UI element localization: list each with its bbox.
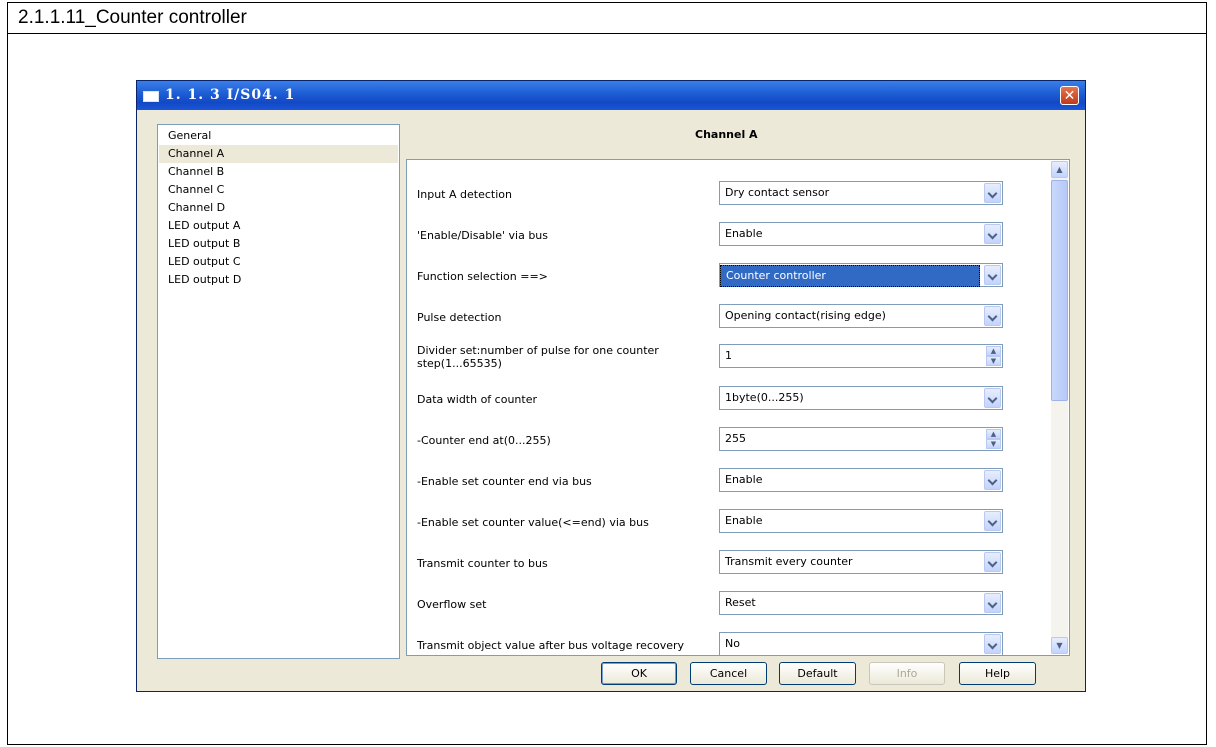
param-label-transmit-after-recovery: Transmit object value after bus voltage … — [417, 639, 685, 652]
chevron-down-icon[interactable] — [984, 183, 1001, 203]
param-label-function-selection: Function selection ==> — [417, 270, 548, 283]
input-detection-dropdown[interactable]: Dry contact sensor — [719, 181, 1003, 205]
nav-item-general[interactable]: General — [159, 127, 398, 145]
param-label-enable-disable: 'Enable/Disable' via bus — [417, 229, 549, 242]
transmit-after-recovery-dropdown[interactable]: No — [719, 632, 1003, 655]
scroll-down-icon[interactable]: ▼ — [1051, 637, 1068, 654]
chevron-down-icon[interactable] — [984, 224, 1001, 244]
chevron-down-icon[interactable] — [984, 593, 1001, 613]
transmit-counter-dropdown[interactable]: Transmit every counter — [719, 550, 1003, 574]
scrollbar-thumb[interactable] — [1051, 180, 1068, 401]
chevron-down-icon[interactable] — [984, 511, 1001, 531]
data-width-dropdown[interactable]: 1byte(0...255) — [719, 386, 1003, 410]
dropdown-value: Dry contact sensor — [725, 186, 830, 199]
spinner-buttons[interactable]: ▲ ▼ — [986, 429, 1001, 449]
dropdown-value: No — [725, 637, 740, 650]
scroll-up-icon[interactable]: ▲ — [1051, 161, 1068, 178]
chevron-down-icon[interactable] — [984, 388, 1001, 408]
ok-button[interactable]: OK — [601, 662, 677, 685]
param-label-enable-set-counter-end: -Enable set counter end via bus — [417, 475, 592, 488]
spin-up-icon[interactable]: ▲ — [986, 429, 1001, 439]
vertical-scrollbar[interactable]: ▲ ▼ — [1051, 161, 1068, 654]
spinner-buttons[interactable]: ▲ ▼ — [986, 346, 1001, 366]
parameter-dialog-window: 1. 1. 3 I/S04. 1 ✕ General Channel A Cha… — [136, 80, 1086, 692]
param-label-transmit-counter: Transmit counter to bus — [417, 557, 548, 570]
nav-item-channel-c[interactable]: Channel C — [159, 181, 398, 199]
dropdown-value: 1byte(0...255) — [725, 391, 804, 404]
title-bar[interactable]: 1. 1. 3 I/S04. 1 ✕ — [137, 81, 1085, 110]
chevron-down-icon[interactable] — [984, 634, 1001, 654]
divider-set-spinner[interactable]: 1 ▲ ▼ — [719, 344, 1003, 368]
close-icon: ✕ — [1063, 88, 1076, 104]
cancel-button[interactable]: Cancel — [690, 662, 767, 685]
dropdown-value: Opening contact(rising edge) — [725, 309, 886, 322]
dropdown-value: Enable — [725, 473, 763, 486]
enable-set-counter-end-dropdown[interactable]: Enable — [719, 468, 1003, 492]
counter-end-spinner[interactable]: 255 ▲ ▼ — [719, 427, 1003, 451]
chevron-down-icon[interactable] — [984, 470, 1001, 490]
pulse-detection-dropdown[interactable]: Opening contact(rising edge) — [719, 304, 1003, 328]
channel-navigation-list: General Channel A Channel B Channel C Ch… — [157, 124, 400, 659]
overflow-set-dropdown[interactable]: Reset — [719, 591, 1003, 615]
param-label-overflow-set: Overflow set — [417, 598, 487, 611]
document-section-header: 2.1.1.11_Counter controller — [8, 3, 1206, 34]
parameter-panel: Input A detection Dry contact sensor 'En… — [406, 159, 1070, 656]
nav-item-led-output-d[interactable]: LED output D — [159, 271, 398, 289]
enable-set-counter-value-dropdown[interactable]: Enable — [719, 509, 1003, 533]
dropdown-value: Transmit every counter — [725, 555, 853, 568]
chevron-down-icon[interactable] — [984, 265, 1001, 285]
help-button[interactable]: Help — [959, 662, 1036, 685]
spin-up-icon[interactable]: ▲ — [986, 346, 1001, 356]
panel-title: Channel A — [695, 128, 758, 141]
nav-item-led-output-a[interactable]: LED output A — [159, 217, 398, 235]
chevron-down-icon[interactable] — [984, 552, 1001, 572]
param-label-divider-set: Divider set:number of pulse for one coun… — [417, 344, 659, 370]
param-label-counter-end: -Counter end at(0...255) — [417, 434, 551, 447]
nav-item-led-output-c[interactable]: LED output C — [159, 253, 398, 271]
nav-item-channel-a[interactable]: Channel A — [159, 145, 398, 163]
enable-disable-dropdown[interactable]: Enable — [719, 222, 1003, 246]
window-icon — [143, 91, 159, 102]
nav-item-channel-d[interactable]: Channel D — [159, 199, 398, 217]
nav-item-channel-b[interactable]: Channel B — [159, 163, 398, 181]
chevron-down-icon[interactable] — [984, 306, 1001, 326]
spin-down-icon[interactable]: ▼ — [986, 356, 1001, 366]
dropdown-value: Counter controller — [720, 265, 980, 287]
info-button: Info — [869, 662, 945, 685]
dropdown-value: Enable — [725, 514, 763, 527]
param-label-enable-set-counter-value: -Enable set counter value(<=end) via bus — [417, 516, 649, 529]
window-title: 1. 1. 3 I/S04. 1 — [165, 87, 296, 103]
param-label-input-detection: Input A detection — [417, 188, 512, 201]
function-selection-dropdown[interactable]: Counter controller — [719, 263, 1003, 287]
param-label-data-width: Data width of counter — [417, 393, 538, 406]
default-button[interactable]: Default — [779, 662, 856, 685]
spin-down-icon[interactable]: ▼ — [986, 439, 1001, 449]
spinner-value: 1 — [725, 349, 732, 362]
dropdown-value: Reset — [725, 596, 756, 609]
spinner-value: 255 — [725, 432, 746, 445]
param-label-pulse-detection: Pulse detection — [417, 311, 502, 324]
dropdown-value: Enable — [725, 227, 763, 240]
close-button[interactable]: ✕ — [1060, 86, 1079, 105]
nav-item-led-output-b[interactable]: LED output B — [159, 235, 398, 253]
